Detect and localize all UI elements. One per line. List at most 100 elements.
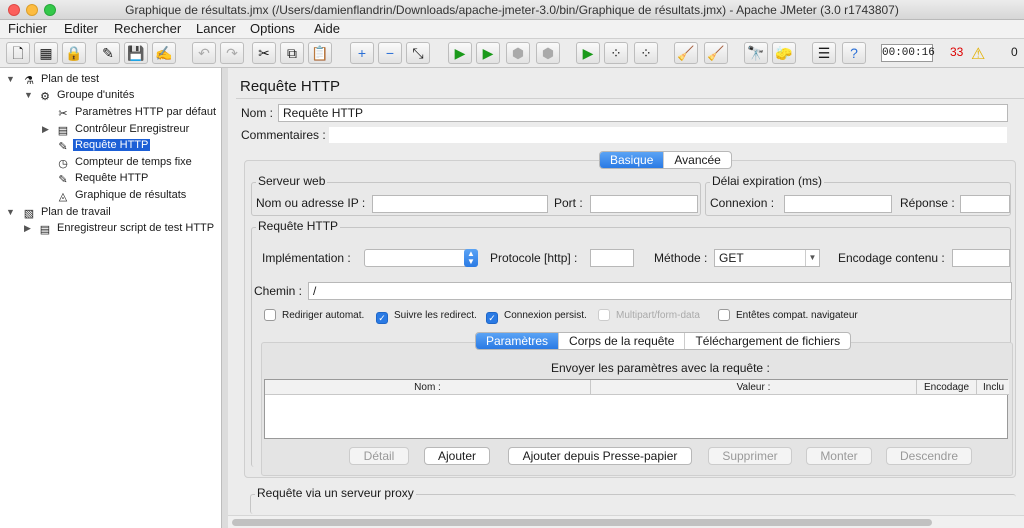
body-tabs: Paramètres Corps de la requête Télécharg… xyxy=(475,332,852,350)
redo-icon[interactable]: ↷ xyxy=(220,42,244,64)
tab-avancee[interactable]: Avancée xyxy=(664,152,730,168)
response-timeout-field[interactable] xyxy=(960,195,1010,213)
horizontal-scrollbar[interactable] xyxy=(228,515,1024,528)
tab-telechargement-fichiers[interactable]: Téléchargement de fichiers xyxy=(685,333,850,349)
tree-node-recording-controller[interactable]: ▤ Contrôleur Enregistreur xyxy=(56,121,191,137)
search-icon[interactable]: 🔭 xyxy=(744,42,768,64)
menu-aide[interactable]: Aide xyxy=(312,21,342,36)
menu-editer[interactable]: Editer xyxy=(62,21,100,36)
comments-field[interactable] xyxy=(328,126,1008,144)
auto-redirect-checkbox[interactable]: Rediriger automat. xyxy=(264,309,364,323)
toolbar: 🗋 ▦ 🔒 ✎ 💾 ✍ ↶ ↷ ✂ ⧉ 📋 + − ⤡ ▶ ▶ ⬢ ⬢ ▶ ⁘ … xyxy=(0,39,1024,68)
add-button[interactable]: Ajouter xyxy=(424,447,490,465)
clear-icon[interactable]: 🧹 xyxy=(674,42,698,64)
function-helper-icon[interactable]: ☰ xyxy=(812,42,836,64)
tab-parametres[interactable]: Paramètres xyxy=(476,333,560,349)
close-file-icon[interactable]: ✎ xyxy=(96,42,120,64)
scrollbar-thumb[interactable] xyxy=(232,519,932,526)
keepalive-checkbox[interactable]: ✓ Connexion persist. xyxy=(486,309,587,324)
tree-collapse-arrow[interactable]: ▶ xyxy=(24,223,31,234)
move-down-button[interactable]: Descendre xyxy=(886,447,972,465)
shutdown-icon[interactable]: ⬢ xyxy=(536,42,560,64)
stop-icon[interactable]: ⬢ xyxy=(506,42,530,64)
tree-node-test-plan[interactable]: ⚗ Plan de test xyxy=(22,71,101,87)
reset-search-icon[interactable]: 🧽 xyxy=(772,42,796,64)
new-icon[interactable]: 🗋 xyxy=(6,42,30,64)
tree-node-http-defaults[interactable]: ✂ Paramètres HTTP par défaut xyxy=(56,104,218,120)
page-title: Requête HTTP xyxy=(240,78,341,95)
remote-start-icon[interactable]: ▶ xyxy=(576,42,600,64)
workbench-icon: ▧ xyxy=(23,208,35,220)
path-field[interactable]: / xyxy=(308,282,1012,300)
help-icon[interactable]: ? xyxy=(842,42,866,64)
clear-all-icon[interactable]: 🧹 xyxy=(704,42,728,64)
warning-icon[interactable]: ⚠ xyxy=(971,44,985,64)
menu-fichier[interactable]: Fichier xyxy=(6,21,49,36)
tree-node-http-recorder[interactable]: ▤ Enregistreur script de test HTTP xyxy=(38,220,216,236)
add-from-clipboard-button[interactable]: Ajouter depuis Presse-papier xyxy=(508,447,692,465)
menu-options[interactable]: Options xyxy=(248,21,297,36)
multipart-label: Multipart/form-data xyxy=(616,310,700,321)
method-select[interactable]: GET ▼ xyxy=(714,249,820,267)
detail-button[interactable]: Détail xyxy=(349,447,409,465)
menu-rechercher[interactable]: Rechercher xyxy=(112,21,183,36)
flask-icon: ⚗ xyxy=(24,75,34,87)
follow-redirect-checkbox[interactable]: ✓ Suivre les redirect. xyxy=(376,309,477,324)
tab-basique[interactable]: Basique xyxy=(600,152,665,168)
checkmark-icon: ✓ xyxy=(376,312,388,324)
tab-corps-requete[interactable]: Corps de la requête xyxy=(559,333,686,349)
tree-node-thread-group[interactable]: ⚙ Groupe d'unités xyxy=(38,87,136,103)
tree-expand-arrow[interactable]: ▼ xyxy=(24,90,33,100)
cut-icon[interactable]: ✂ xyxy=(252,42,276,64)
encoding-field[interactable] xyxy=(952,249,1010,267)
open-icon[interactable]: 🔒 xyxy=(62,42,86,64)
multipart-checkbox[interactable]: Multipart/form-data xyxy=(598,309,700,323)
tree-node-http-request-selected[interactable]: ✎ Requête HTTP xyxy=(56,137,151,153)
tree-expand-arrow[interactable]: ▼ xyxy=(6,207,15,217)
tree-node-graph-results[interactable]: ◬ Graphique de résultats xyxy=(56,187,188,203)
save-icon[interactable]: 💾 xyxy=(124,42,148,64)
port-field[interactable] xyxy=(590,195,698,213)
protocol-field[interactable] xyxy=(590,249,634,267)
undo-icon[interactable]: ↶ xyxy=(192,42,216,64)
checkbox-icon xyxy=(264,309,276,321)
column-header-include[interactable]: Inclu xyxy=(977,380,1009,395)
implementation-select[interactable]: ▲ ▼ xyxy=(364,249,478,267)
close-window-button[interactable] xyxy=(8,4,20,16)
save-screenshot-icon[interactable]: ✍ xyxy=(152,42,176,64)
tree-node-workbench[interactable]: ▧ Plan de travail xyxy=(22,204,113,220)
parameters-table[interactable]: Nom : Valeur : Encodage Inclu xyxy=(264,379,1009,439)
tree-node-constant-timer[interactable]: ◷ Compteur de temps fixe xyxy=(56,154,194,170)
remote-shutdown-icon[interactable]: ⁘ xyxy=(634,42,658,64)
connect-timeout-label: Connexion : xyxy=(710,196,775,210)
column-header-encoding[interactable]: Encodage xyxy=(917,380,977,395)
expand-icon[interactable]: + xyxy=(350,42,374,64)
tree-node-http-request[interactable]: ✎ Requête HTTP xyxy=(56,170,150,186)
templates-icon[interactable]: ▦ xyxy=(34,42,58,64)
send-params-label: Envoyer les paramètres avec la requête : xyxy=(551,361,770,375)
paste-icon[interactable]: 📋 xyxy=(308,42,332,64)
encoding-label: Encodage contenu : xyxy=(838,251,945,265)
start-no-pause-icon[interactable]: ▶ xyxy=(476,42,500,64)
remote-stop-icon[interactable]: ⁘ xyxy=(604,42,628,64)
column-header-value[interactable]: Valeur : xyxy=(591,380,917,395)
tree-expand-arrow[interactable]: ▼ xyxy=(6,74,15,84)
name-label: Nom : xyxy=(241,106,274,120)
tree-collapse-arrow[interactable]: ▶ xyxy=(42,124,49,135)
connect-timeout-field[interactable] xyxy=(784,195,892,213)
name-field[interactable]: Requête HTTP xyxy=(278,104,1008,122)
method-label: Méthode : xyxy=(654,251,708,265)
start-icon[interactable]: ▶ xyxy=(448,42,472,64)
minimize-window-button[interactable] xyxy=(26,4,38,16)
move-up-button[interactable]: Monter xyxy=(806,447,872,465)
copy-icon[interactable]: ⧉ xyxy=(280,42,304,64)
maximize-window-button[interactable] xyxy=(44,4,56,16)
follow-redirect-label: Suivre les redirect. xyxy=(394,310,477,321)
host-field[interactable] xyxy=(372,195,548,213)
toggle-icon[interactable]: ⤡ xyxy=(406,42,430,64)
browser-headers-checkbox[interactable]: Entêtes compat. navigateur xyxy=(718,309,858,323)
collapse-icon[interactable]: − xyxy=(378,42,402,64)
menu-lancer[interactable]: Lancer xyxy=(194,21,238,36)
column-header-name[interactable]: Nom : xyxy=(265,380,591,395)
delete-button[interactable]: Supprimer xyxy=(708,447,792,465)
